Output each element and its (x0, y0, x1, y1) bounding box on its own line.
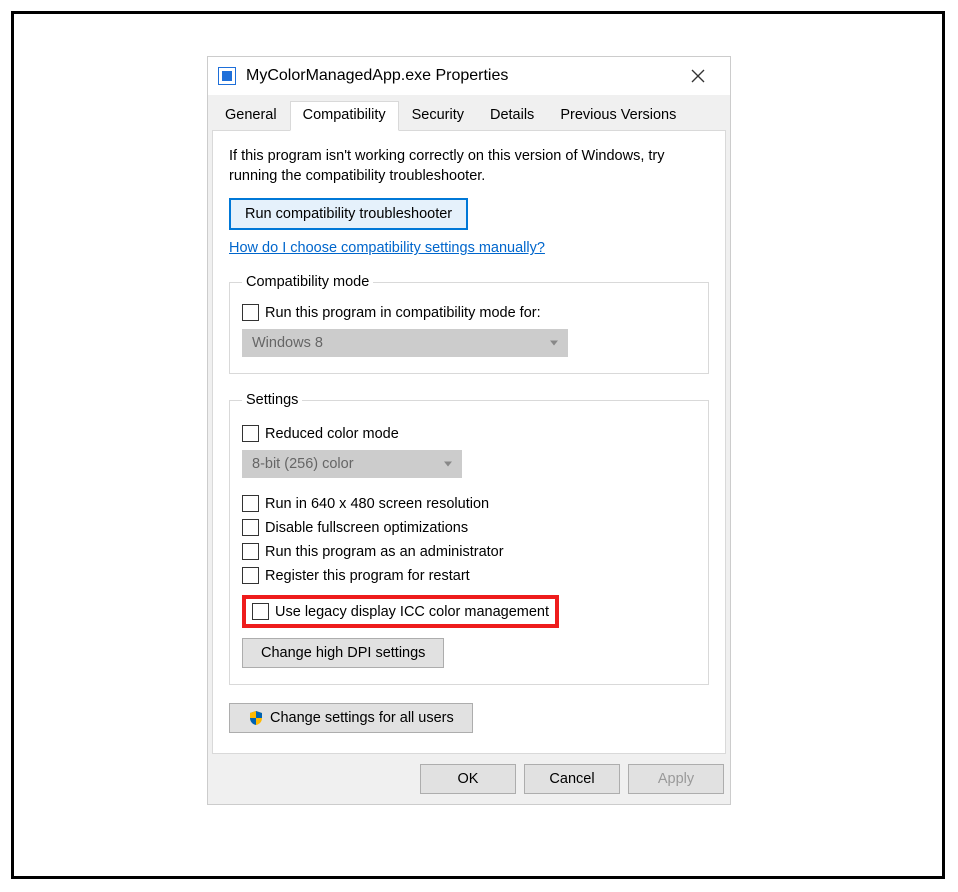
compatibility-mode-legend: Compatibility mode (242, 274, 373, 290)
tab-bar: General Compatibility Security Details P… (208, 101, 730, 130)
run-troubleshooter-button[interactable]: Run compatibility troubleshooter (229, 198, 468, 230)
app-icon (218, 67, 236, 85)
uac-shield-icon (248, 710, 264, 726)
reduced-color-select[interactable]: 8-bit (256) color (242, 450, 462, 478)
settings-group: Settings Reduced color mode 8-bit (256) … (229, 392, 709, 685)
change-all-users-label: Change settings for all users (270, 710, 454, 726)
settings-legend: Settings (242, 392, 302, 408)
window-title: MyColorManagedApp.exe Properties (246, 67, 676, 85)
resolution-checkbox[interactable] (242, 495, 259, 512)
chevron-down-icon (444, 462, 452, 467)
dialog-button-row: OK Cancel Apply (208, 754, 730, 804)
legacy-icc-checkbox[interactable] (252, 603, 269, 620)
disable-fullscreen-checkbox[interactable] (242, 519, 259, 536)
tab-compatibility[interactable]: Compatibility (290, 101, 399, 131)
reduced-color-checkbox[interactable] (242, 425, 259, 442)
tab-content-compatibility: If this program isn't working correctly … (212, 130, 726, 754)
change-dpi-button[interactable]: Change high DPI settings (242, 638, 444, 668)
legacy-icc-label: Use legacy display ICC color management (275, 604, 549, 620)
register-restart-checkbox[interactable] (242, 567, 259, 584)
admin-label: Run this program as an administrator (265, 544, 504, 560)
resolution-label: Run in 640 x 480 screen resolution (265, 496, 489, 512)
register-restart-label: Register this program for restart (265, 568, 470, 584)
admin-checkbox[interactable] (242, 543, 259, 560)
compat-mode-select-value: Windows 8 (252, 335, 323, 351)
tab-general[interactable]: General (212, 101, 290, 130)
legacy-icc-highlight: Use legacy display ICC color management (242, 595, 559, 628)
properties-dialog: MyColorManagedApp.exe Properties General… (207, 56, 731, 805)
help-link[interactable]: How do I choose compatibility settings m… (229, 240, 545, 256)
disable-fullscreen-label: Disable fullscreen optimizations (265, 520, 468, 536)
cancel-button[interactable]: Cancel (524, 764, 620, 794)
intro-text: If this program isn't working correctly … (229, 147, 709, 186)
tab-security[interactable]: Security (399, 101, 477, 130)
compat-mode-label: Run this program in compatibility mode f… (265, 305, 541, 321)
compat-mode-checkbox[interactable] (242, 304, 259, 321)
compatibility-mode-group: Compatibility mode Run this program in c… (229, 274, 709, 374)
ok-button[interactable]: OK (420, 764, 516, 794)
apply-button[interactable]: Apply (628, 764, 724, 794)
chevron-down-icon (550, 341, 558, 346)
tab-details[interactable]: Details (477, 101, 547, 130)
change-all-users-button[interactable]: Change settings for all users (229, 703, 473, 733)
reduced-color-select-value: 8-bit (256) color (252, 456, 354, 472)
reduced-color-label: Reduced color mode (265, 426, 399, 442)
titlebar: MyColorManagedApp.exe Properties (208, 57, 730, 95)
close-button[interactable] (676, 57, 720, 95)
outer-frame: MyColorManagedApp.exe Properties General… (11, 11, 945, 879)
tab-previous-versions[interactable]: Previous Versions (547, 101, 689, 130)
compat-mode-select[interactable]: Windows 8 (242, 329, 568, 357)
close-icon (691, 69, 705, 83)
